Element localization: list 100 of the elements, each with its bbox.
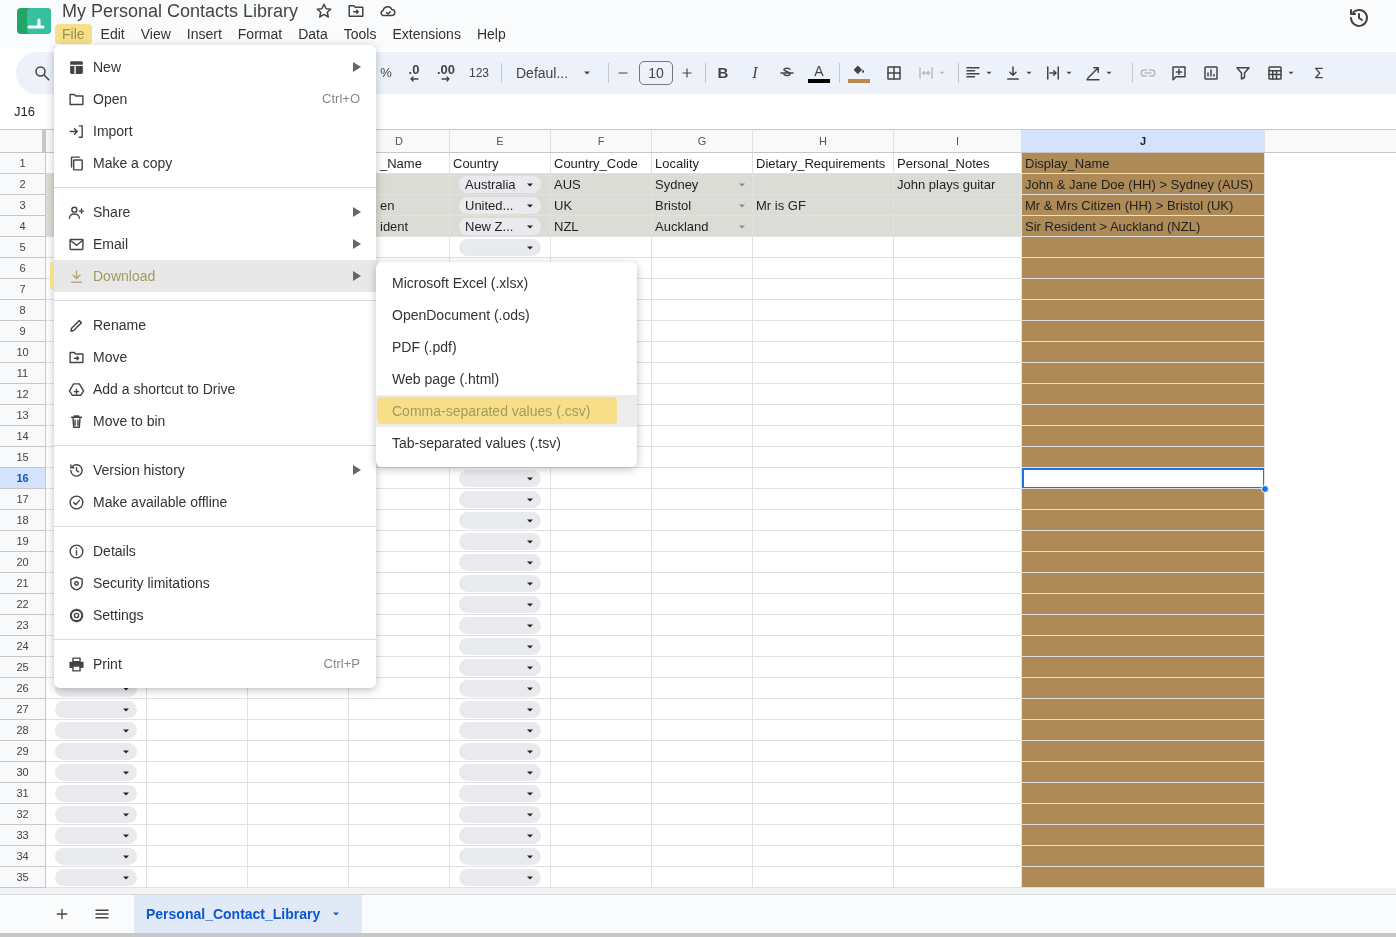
- menu-item[interactable]: Make available offline: [54, 486, 376, 518]
- row-header[interactable]: 2: [0, 174, 46, 195]
- row-header[interactable]: 32: [0, 804, 46, 825]
- table-cell[interactable]: [450, 615, 551, 636]
- menu-item[interactable]: Move: [54, 341, 376, 373]
- table-cell[interactable]: [1022, 342, 1265, 363]
- column-header[interactable]: J: [1022, 130, 1265, 152]
- menu-item[interactable]: Print Ctrl+P: [54, 648, 376, 680]
- table-cell[interactable]: Locality: [652, 153, 753, 174]
- table-cell[interactable]: [450, 783, 551, 804]
- table-cell[interactable]: [1022, 258, 1265, 279]
- table-cell[interactable]: [450, 573, 551, 594]
- dropdown-chip[interactable]: [459, 869, 541, 886]
- row-header[interactable]: 14: [0, 426, 46, 447]
- bold-button[interactable]: B: [707, 59, 739, 87]
- row-header[interactable]: 25: [0, 657, 46, 678]
- dropdown-chip[interactable]: [459, 575, 541, 592]
- table-cell[interactable]: [1022, 678, 1265, 699]
- row-header[interactable]: 7: [0, 279, 46, 300]
- row-header[interactable]: 26: [0, 678, 46, 699]
- table-cell[interactable]: [450, 762, 551, 783]
- table-cell[interactable]: [46, 804, 147, 825]
- row-header[interactable]: 18: [0, 510, 46, 531]
- table-cell[interactable]: [1022, 300, 1265, 321]
- name-box[interactable]: J16: [14, 101, 35, 122]
- font-size-field[interactable]: 10: [639, 61, 673, 85]
- dropdown-chip[interactable]: [459, 533, 541, 550]
- table-cell[interactable]: [1022, 447, 1265, 468]
- table-cell[interactable]: [1022, 594, 1265, 615]
- table-cell[interactable]: [1022, 489, 1265, 510]
- selected-cell[interactable]: [1022, 468, 1265, 489]
- row-header[interactable]: 9: [0, 321, 46, 342]
- menu-bar-item[interactable]: Edit: [93, 24, 132, 44]
- row-header[interactable]: 30: [0, 762, 46, 783]
- dropdown-chip[interactable]: [459, 701, 541, 718]
- table-cell[interactable]: [1022, 741, 1265, 762]
- table-cell[interactable]: [450, 552, 551, 573]
- dropdown-chip[interactable]: [459, 596, 541, 613]
- table-cell[interactable]: Sir Resident > Auckland (NZL): [1022, 216, 1265, 237]
- dropdown-chip[interactable]: [55, 701, 137, 718]
- table-cell[interactable]: [450, 489, 551, 510]
- table-cell[interactable]: United...: [450, 195, 551, 216]
- row-header[interactable]: 24: [0, 636, 46, 657]
- dropdown-chip[interactable]: [459, 512, 541, 529]
- document-title[interactable]: My Personal Contacts Library: [62, 0, 299, 22]
- dropdown-chip[interactable]: [459, 848, 541, 865]
- table-cell[interactable]: Mr & Mrs Citizen (HH) > Bristol (UK): [1022, 195, 1265, 216]
- row-header[interactable]: 20: [0, 552, 46, 573]
- menu-item[interactable]: Settings: [54, 599, 376, 631]
- dropdown-chip[interactable]: [459, 743, 541, 760]
- dropdown-chip[interactable]: [459, 827, 541, 844]
- table-cell[interactable]: [450, 741, 551, 762]
- dropdown-chip[interactable]: [459, 722, 541, 739]
- table-cell[interactable]: [1022, 237, 1265, 258]
- horizontal-scrollbar[interactable]: [0, 888, 1396, 895]
- row-header[interactable]: 1: [0, 153, 46, 174]
- table-cell[interactable]: [450, 825, 551, 846]
- table-cell[interactable]: [1022, 321, 1265, 342]
- table-cell[interactable]: [894, 195, 1022, 216]
- row-header[interactable]: 35: [0, 867, 46, 888]
- menu-bar-item[interactable]: Help: [469, 24, 513, 44]
- table-cell[interactable]: [1022, 699, 1265, 720]
- row-header[interactable]: 12: [0, 384, 46, 405]
- dropdown-chip[interactable]: [55, 722, 137, 739]
- row-header[interactable]: 11: [0, 363, 46, 384]
- table-cell[interactable]: Auckland: [652, 216, 753, 237]
- table-cell[interactable]: [1022, 426, 1265, 447]
- sheet-tab[interactable]: Personal_Contact_Library: [134, 895, 362, 933]
- dropdown-chip[interactable]: [459, 470, 541, 487]
- menu-item[interactable]: Add a shortcut to Drive: [54, 373, 376, 405]
- dropdown-chip[interactable]: [55, 764, 137, 781]
- row-header[interactable]: 34: [0, 846, 46, 867]
- table-cell[interactable]: [450, 846, 551, 867]
- submenu-item[interactable]: Web page (.html): [376, 363, 637, 395]
- table-cell[interactable]: [1022, 867, 1265, 888]
- table-cell[interactable]: [1022, 405, 1265, 426]
- table-cell[interactable]: Sydney: [652, 174, 753, 195]
- row-header[interactable]: 5: [0, 237, 46, 258]
- row-header[interactable]: 16: [0, 468, 46, 489]
- table-cell[interactable]: UK: [551, 195, 652, 216]
- star-icon[interactable]: [315, 2, 334, 20]
- table-cell[interactable]: [1022, 657, 1265, 678]
- table-cell[interactable]: [450, 867, 551, 888]
- row-header[interactable]: 21: [0, 573, 46, 594]
- menu-bar-item[interactable]: Tools: [336, 24, 384, 44]
- table-cell[interactable]: [450, 636, 551, 657]
- table-cell[interactable]: [1022, 531, 1265, 552]
- dropdown-chip[interactable]: [55, 848, 137, 865]
- row-header[interactable]: 8: [0, 300, 46, 321]
- row-header[interactable]: 15: [0, 447, 46, 468]
- table-cell[interactable]: [1022, 804, 1265, 825]
- table-cell[interactable]: [1022, 783, 1265, 804]
- submenu-item[interactable]: Tab-separated values (.tsv): [376, 427, 637, 459]
- dropdown-chip[interactable]: [459, 554, 541, 571]
- table-cell[interactable]: [450, 657, 551, 678]
- dropdown-chip[interactable]: [459, 806, 541, 823]
- row-header[interactable]: 10: [0, 342, 46, 363]
- row-header[interactable]: 31: [0, 783, 46, 804]
- submenu-item[interactable]: OpenDocument (.ods): [376, 299, 637, 331]
- add-sheet-icon[interactable]: [54, 906, 70, 922]
